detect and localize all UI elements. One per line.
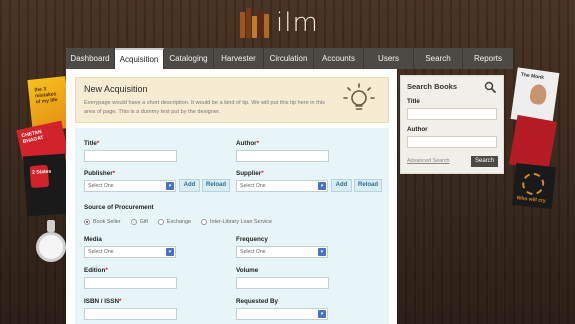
frequency-label: Frequency [236, 236, 268, 243]
publisher-select[interactable]: Select One ▾ [84, 180, 176, 192]
search-books-panel: Search Books Title Author Advanced Searc… [400, 75, 504, 174]
isbn-label: ISBN / ISSN* [84, 298, 122, 305]
nav-cataloging[interactable]: Cataloging [164, 48, 214, 69]
publisher-add-button[interactable]: Add [179, 179, 200, 192]
source-option-book-seller[interactable]: Book Seller [84, 219, 121, 225]
search-button[interactable]: Search [471, 156, 498, 167]
pocket-watch-icon [47, 220, 55, 232]
frequency-select[interactable]: Select One ▾ [236, 246, 328, 258]
search-title-label: Title [407, 98, 420, 105]
isbn-input[interactable] [84, 308, 177, 320]
chevron-down-icon: ▾ [318, 182, 326, 190]
source-radio-group: Book Seller Gift Exchange Inter-Library … [84, 218, 282, 226]
chevron-down-icon: ▾ [318, 248, 326, 256]
decorative-book-text: Who will cry [516, 195, 546, 205]
tip-box: New Acquisition Everypage would have a s… [75, 77, 389, 123]
search-icon [484, 81, 496, 93]
logo-text: ilm [276, 8, 319, 38]
supplier-label: Supplier* [236, 170, 264, 177]
decorative-book-text: 2 States [31, 168, 52, 176]
edition-label: Edition* [84, 267, 108, 274]
source-option-inter-library-loan[interactable]: Inter-Library Loan Service [200, 219, 272, 225]
main-navigation: Dashboard Acquisition Cataloging Harvest… [66, 48, 513, 69]
media-label: Media [84, 236, 102, 243]
publisher-reload-button[interactable]: Reload [202, 179, 230, 192]
nav-harvester[interactable]: Harvester [214, 48, 264, 69]
lightbulb-icon [343, 83, 375, 110]
decorative-book-text: CHETAN BHAGAT [21, 129, 45, 146]
supplier-select[interactable]: Select One ▾ [236, 180, 328, 192]
volume-label: Volume [236, 267, 259, 274]
requested-by-select[interactable]: ▾ [236, 308, 328, 320]
acquisition-form: Title* Author* Publisher* Select One ▾ Ad… [75, 128, 389, 324]
search-books-title: Search Books [407, 82, 458, 91]
search-title-input[interactable] [407, 108, 497, 120]
decorative-book-text: The Monk [520, 71, 545, 82]
nav-circulation[interactable]: Circulation [264, 48, 314, 69]
nav-users[interactable]: Users [364, 48, 414, 69]
page-description: Everypage would have a short description… [84, 100, 325, 115]
pocket-watch-icon [36, 232, 66, 262]
media-select[interactable]: Select One ▾ [84, 246, 176, 258]
nav-acquisition[interactable]: Acquisition [115, 48, 164, 69]
app-logo[interactable]: ilm [240, 6, 319, 40]
source-option-gift[interactable]: Gift [130, 219, 148, 225]
decorative-book-image: Who will cry [511, 163, 557, 209]
nav-dashboard[interactable]: Dashboard [66, 48, 115, 69]
decorative-book-image: 2 States [22, 153, 70, 217]
nav-accounts[interactable]: Accounts [314, 48, 364, 69]
advanced-search-link[interactable]: Advanced Search [407, 158, 450, 164]
supplier-add-button[interactable]: Add [331, 179, 352, 192]
books-logo-icon [240, 8, 270, 38]
title-label: Title* [84, 140, 100, 147]
requested-by-label: Requested By [236, 298, 278, 305]
nav-search[interactable]: Search [414, 48, 463, 69]
volume-input[interactable] [236, 277, 329, 289]
edition-input[interactable] [84, 277, 177, 289]
chevron-down-icon: ▾ [318, 310, 326, 318]
author-input[interactable] [236, 150, 329, 162]
source-option-exchange[interactable]: Exchange [157, 219, 191, 225]
decorative-book-text: the 3 mistakes of my life [34, 86, 58, 106]
publisher-label: Publisher* [84, 170, 116, 177]
chevron-down-icon: ▾ [166, 248, 174, 256]
search-author-label: Author [407, 126, 428, 133]
nav-reports[interactable]: Reports [463, 48, 513, 69]
source-label: Source of Procurement [84, 204, 154, 211]
supplier-reload-button[interactable]: Reload [354, 179, 382, 192]
acquisition-panel: New Acquisition Everypage would have a s… [66, 69, 397, 324]
chevron-down-icon: ▾ [166, 182, 174, 190]
author-label: Author* [236, 140, 260, 147]
title-input[interactable] [84, 150, 177, 162]
page-title: New Acquisition [84, 84, 148, 94]
search-author-input[interactable] [407, 136, 497, 148]
